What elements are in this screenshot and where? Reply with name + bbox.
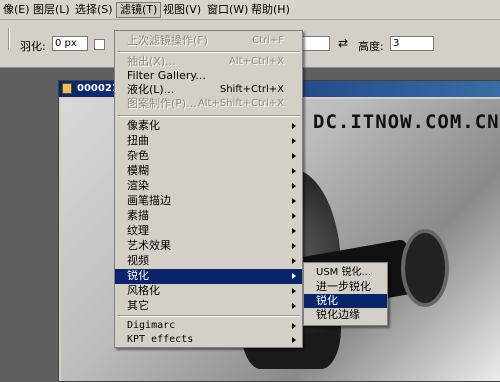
menu-separator [117,115,300,117]
width-input[interactable] [300,36,330,51]
menu-item-distort[interactable]: 扭曲 [115,134,302,148]
menu-item-sharpen-basic[interactable]: 锐化 [304,294,387,308]
menu-separator [117,51,300,53]
swap-arrows-icon[interactable]: ⇄ [338,36,348,50]
submenu-arrow-icon [292,303,296,309]
submenu-arrow-icon [292,337,296,343]
menu-item-liquify[interactable]: 液化(L)... Shift+Ctrl+X [115,83,302,97]
height-label: 高度: [358,40,384,53]
options-divider [8,28,10,50]
menu-item-brush-strokes[interactable]: 画笔描边 [115,194,302,208]
menubar: 像(E) 图层(L) 选择(S) 滤镜(T) 视图(V) 窗口(W) 帮助(H) [0,0,500,20]
feather-input[interactable]: 0 px [52,36,88,51]
submenu-arrow-icon [292,123,296,129]
menu-filter[interactable]: 滤镜(T) [116,2,162,18]
menu-item-sharpen-edges[interactable]: 锐化边缘 [304,308,387,322]
menu-image[interactable]: 像(E) [0,2,33,18]
menu-item-stylize[interactable]: 风格化 [115,284,302,298]
anti-alias-checkbox[interactable] [94,39,105,50]
menu-item-pattern-maker: 图案制作(P)... Alt+Shift+Ctrl+X [127,97,284,110]
menu-window[interactable]: 窗口(W) [204,2,251,18]
menu-help[interactable]: 帮助(H) [248,2,293,18]
menu-item-kpt-effects[interactable]: KPT effects [115,333,302,347]
menu-item-other[interactable]: 其它 [115,299,302,313]
submenu-arrow-icon [292,288,296,294]
menu-item-texture[interactable]: 纹理 [115,224,302,238]
submenu-arrow-icon [292,153,296,159]
menu-item-digimarc[interactable]: Digimarc [115,319,302,333]
filter-menu: 上次滤镜操作(F) Ctrl+F 抽出(X)... Alt+Ctrl+X Filte… [114,30,303,348]
menu-item-video[interactable]: 视频 [115,254,302,268]
menu-item-artistic[interactable]: 艺术效果 [115,239,302,253]
feather-label: 羽化: [20,40,46,53]
menu-item-filter-gallery[interactable]: Filter Gallery... [115,69,302,83]
submenu-arrow-icon [292,258,296,264]
photo-lens [401,229,449,307]
menu-layer[interactable]: 图层(L) [30,2,73,18]
menu-view[interactable]: 视图(V) [160,2,204,18]
menu-item-sharpen[interactable]: 锐化 [115,269,302,284]
document-icon [62,83,72,94]
submenu-arrow-icon [292,323,296,329]
submenu-arrow-icon [292,273,296,279]
submenu-arrow-icon [292,183,296,189]
submenu-arrow-icon [292,228,296,234]
menu-item-blur[interactable]: 模糊 [115,164,302,178]
menu-item-sharpen-more[interactable]: 进一步锐化 [304,280,387,294]
height-input[interactable]: 3 [390,36,434,51]
menu-item-last-filter: 上次滤镜操作(F) Ctrl+F [127,34,284,47]
menu-item-render[interactable]: 渲染 [115,179,302,193]
submenu-arrow-icon [292,243,296,249]
menu-item-extract: 抽出(X)... Alt+Ctrl+X [127,55,284,68]
menu-item-pixelate[interactable]: 像素化 [115,119,302,133]
submenu-arrow-icon [292,213,296,219]
menu-item-unsharp-mask[interactable]: USM 锐化... [304,266,387,280]
menu-item-noise[interactable]: 杂色 [115,149,302,163]
submenu-arrow-icon [292,138,296,144]
menu-item-sketch[interactable]: 素描 [115,209,302,223]
submenu-arrow-icon [292,198,296,204]
sharpen-submenu: USM 锐化... 进一步锐化 锐化 锐化边缘 [303,262,388,326]
watermark-text: DC.ITNOW.COM.CN [313,111,500,133]
menu-select[interactable]: 选择(S) [72,2,116,18]
submenu-arrow-icon [292,168,296,174]
menu-separator [117,315,300,317]
